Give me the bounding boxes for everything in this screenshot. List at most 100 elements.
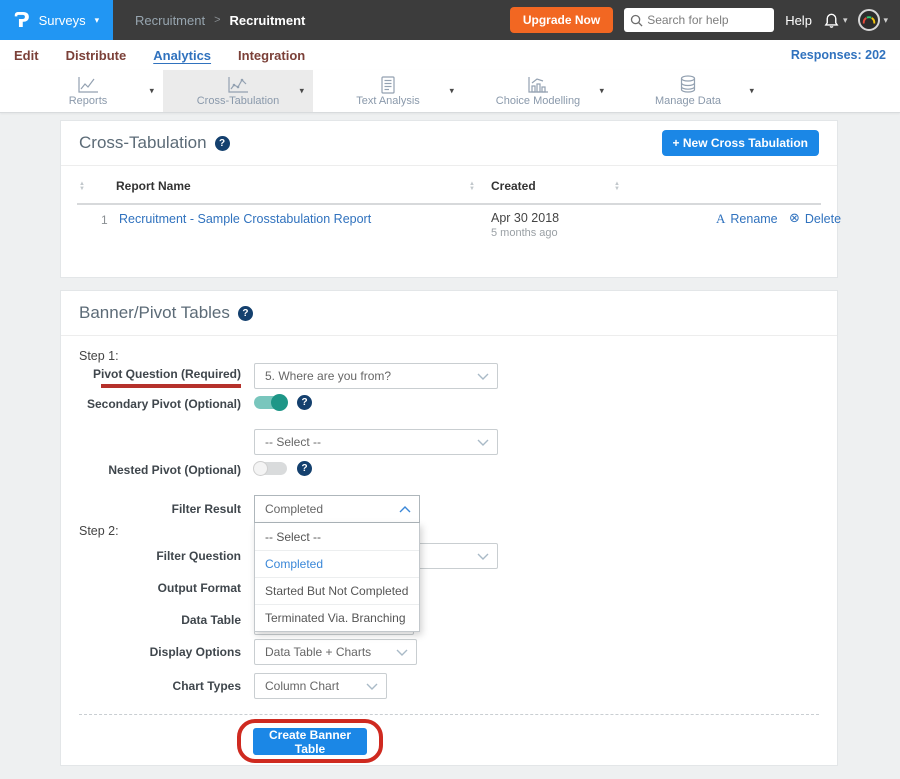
pivot-question-value: 5. Where are you from? (265, 369, 391, 383)
surveys-menu[interactable]: Ɂ Surveys ▾ (0, 0, 113, 40)
breadcrumb-separator-icon: > (214, 14, 220, 26)
bar-line-chart-icon (526, 76, 550, 94)
breadcrumb-current: Recruitment (230, 13, 306, 28)
topbar: Ɂ Surveys ▾ Recruitment > Recruitment Up… (0, 0, 900, 40)
filter-result-label: Filter Result (61, 502, 241, 516)
search-icon (630, 14, 643, 27)
option-started-not-completed[interactable]: Started But Not Completed (255, 577, 419, 604)
help-link[interactable]: Help (785, 13, 812, 28)
line-chart-icon (76, 76, 100, 94)
dashed-divider (79, 714, 819, 715)
help-search-input[interactable] (647, 13, 768, 27)
nested-pivot-toggle[interactable] (254, 462, 287, 475)
help-icon[interactable]: ? (238, 306, 253, 321)
delete-label: Delete (805, 212, 841, 226)
pivot-question-label: Pivot Question (Required) (61, 367, 241, 381)
delete-icon: ⊗ (789, 211, 800, 226)
create-banner-table-button[interactable]: Create Banner Table (253, 728, 367, 755)
sort-icon[interactable]: ▲▼ (614, 182, 620, 192)
responses-count[interactable]: Responses: 202 (791, 48, 886, 62)
sort-icon[interactable]: ▲▼ (469, 182, 475, 192)
toolbar-item-label: Choice Modelling (496, 95, 580, 107)
filter-result-value: Completed (265, 502, 323, 516)
row-index: 1 (101, 213, 108, 227)
notifications-button[interactable]: ▾ (823, 11, 848, 29)
toggle-knob (253, 461, 268, 476)
upgrade-now-button[interactable]: Upgrade Now (510, 7, 613, 33)
chevron-up-icon (399, 506, 411, 513)
created-date: Apr 30 2018 (491, 211, 559, 225)
toolbar-item-text-analysis[interactable]: Text Analysis ▾ (313, 70, 463, 112)
toolbar-item-choice-modelling[interactable]: Choice Modelling ▾ (463, 70, 613, 112)
banner-pivot-card: Banner/Pivot Tables ? Step 1: Pivot Ques… (60, 290, 838, 766)
cross-tabulation-header: Cross-Tabulation ? + New Cross Tabulatio… (61, 121, 837, 166)
chart-types-select[interactable]: Column Chart (254, 673, 387, 699)
caret-down-icon[interactable]: ▾ (449, 86, 454, 97)
display-options-value: Data Table + Charts (265, 645, 371, 659)
chevron-down-icon (477, 553, 489, 560)
tab-distribute[interactable]: Distribute (66, 48, 127, 63)
option-select[interactable]: -- Select -- (255, 523, 419, 550)
table-header-divider (77, 203, 821, 205)
page: Ɂ Surveys ▾ Recruitment > Recruitment Up… (0, 0, 900, 779)
sort-icon[interactable]: ▲▼ (79, 182, 85, 192)
help-icon[interactable]: ? (297, 461, 312, 476)
display-options-label: Display Options (61, 645, 241, 659)
filter-result-combo: Completed -- Select -- Completed Started… (254, 495, 420, 632)
created-ago: 5 months ago (491, 227, 558, 239)
output-format-label: Output Format (61, 581, 241, 595)
database-icon (679, 75, 697, 94)
caret-down-icon: ▾ (883, 16, 888, 25)
cross-tabulation-card: Cross-Tabulation ? + New Cross Tabulatio… (60, 120, 838, 278)
avatar (858, 9, 880, 31)
filter-result-select[interactable]: Completed (254, 495, 420, 523)
help-search (624, 8, 774, 32)
column-header-report-name[interactable]: Report Name (116, 179, 191, 193)
analytics-toolbar: Reports ▾ Cross-Tabulation ▾ Text Analys… (0, 70, 900, 113)
toolbar-item-manage-data[interactable]: Manage Data ▾ (613, 70, 763, 112)
help-icon[interactable]: ? (215, 136, 230, 151)
caret-down-icon[interactable]: ▾ (599, 86, 604, 97)
breadcrumb-parent[interactable]: Recruitment (135, 13, 205, 28)
tab-analytics[interactable]: Analytics (153, 48, 211, 63)
new-cross-tabulation-button[interactable]: + New Cross Tabulation (662, 130, 819, 156)
toggle-knob (271, 394, 288, 411)
delete-button[interactable]: ⊗ Delete (789, 211, 841, 226)
pivot-question-select[interactable]: 5. Where are you from? (254, 363, 498, 389)
toolbar-item-label: Text Analysis (356, 95, 420, 107)
report-link[interactable]: Recruitment - Sample Crosstabulation Rep… (119, 212, 371, 226)
caret-down-icon[interactable]: ▾ (299, 86, 304, 97)
nested-pivot-label: Nested Pivot (Optional) (61, 463, 241, 477)
secondary-pivot-select[interactable]: -- Select -- (254, 429, 498, 455)
option-terminated-branching[interactable]: Terminated Via. Branching (255, 604, 419, 631)
chevron-down-icon (477, 373, 489, 380)
toolbar-item-cross-tabulation[interactable]: Cross-Tabulation ▾ (163, 70, 313, 112)
tab-edit[interactable]: Edit (14, 48, 39, 63)
annotation-underline (101, 384, 241, 388)
banner-pivot-title: Banner/Pivot Tables (79, 303, 230, 323)
secondary-pivot-value: -- Select -- (265, 435, 321, 449)
survey-nav: Edit Distribute Analytics Integration Re… (0, 40, 900, 70)
account-menu[interactable]: ▾ (858, 9, 888, 31)
chart-types-label: Chart Types (61, 679, 241, 693)
step2-label: Step 2: (79, 524, 119, 538)
tab-integration[interactable]: Integration (238, 48, 305, 63)
filter-question-label: Filter Question (61, 549, 241, 563)
display-options-select[interactable]: Data Table + Charts (254, 639, 417, 665)
help-icon[interactable]: ? (297, 395, 312, 410)
caret-down-icon[interactable]: ▾ (149, 86, 154, 97)
rename-button[interactable]: A Rename (716, 211, 778, 227)
toolbar-item-label: Cross-Tabulation (197, 95, 280, 107)
cross-tabulation-title: Cross-Tabulation (79, 133, 207, 153)
toolbar-item-label: Manage Data (655, 95, 721, 107)
toolbar-item-reports[interactable]: Reports ▾ (13, 70, 163, 112)
chevron-down-icon (396, 649, 408, 656)
column-header-created[interactable]: Created (491, 179, 536, 193)
caret-down-icon[interactable]: ▾ (749, 86, 754, 97)
rename-icon: A (716, 211, 725, 227)
step1-label: Step 1: (79, 349, 119, 363)
rename-label: Rename (730, 212, 777, 226)
chevron-down-icon (366, 683, 378, 690)
secondary-pivot-toggle[interactable] (254, 396, 287, 409)
option-completed[interactable]: Completed (255, 550, 419, 577)
